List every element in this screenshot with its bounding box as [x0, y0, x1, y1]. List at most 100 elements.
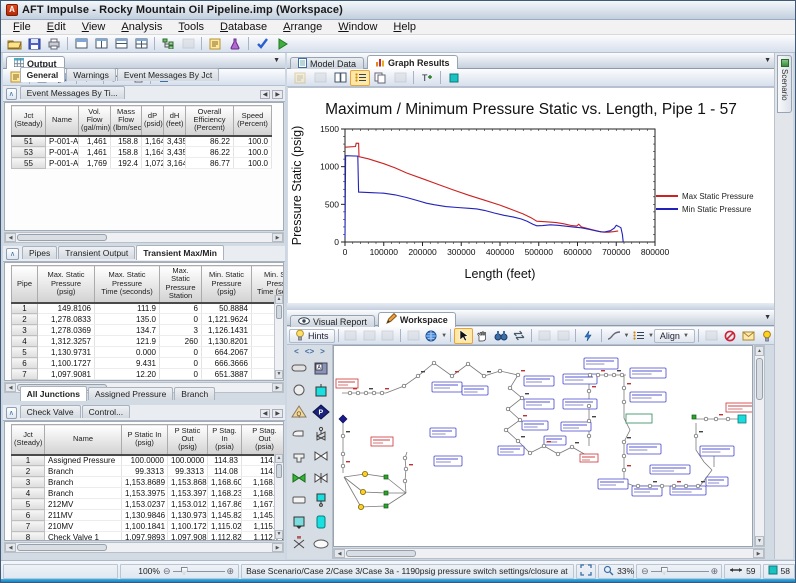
check-valve-tool[interactable]	[288, 467, 310, 489]
gas-accumulator-tool[interactable]	[310, 511, 332, 533]
horizontal-splitter[interactable]	[287, 303, 776, 310]
ws-globe-caret[interactable]: ▼	[441, 333, 447, 339]
junction-table-vscroll[interactable]: ▲ ▼	[274, 454, 283, 539]
message-tab-event-messages-by-jct[interactable]: Event Messages By Jct	[116, 68, 220, 81]
junction-tab-all-junctions[interactable]: All Junctions	[19, 386, 87, 401]
table-cell: 8	[11, 531, 45, 540]
menu-tools[interactable]: Tools	[170, 21, 212, 33]
column-header: Speed (Percent)	[233, 105, 272, 136]
output-zoom-slider[interactable]: ⊖ ⊕	[163, 566, 234, 576]
workspace-zoom-slider[interactable]: ⊖ ⊕	[641, 566, 718, 576]
ws-swap-button[interactable]	[510, 328, 529, 344]
menu-view[interactable]: View	[74, 21, 114, 33]
message-tab-general[interactable]: General	[19, 67, 66, 82]
ws-tab-workspace[interactable]: Workspace	[377, 311, 456, 327]
pipe-tab-transient-max-min[interactable]: Transient Max/Min	[136, 245, 224, 260]
junction-tab-control-[interactable]: Control...	[81, 405, 131, 418]
ws-morph-button[interactable]	[579, 328, 598, 344]
junction-table-hscroll[interactable]: ◀ ▶	[4, 542, 284, 553]
message-tab-event-messages-by-ti-[interactable]: Event Messages By Ti...	[19, 86, 125, 99]
valve-tool[interactable]	[310, 445, 332, 467]
menu-database[interactable]: Database	[212, 21, 275, 33]
doc-tab-graph-results[interactable]: Graph Results	[367, 55, 458, 70]
menu-edit[interactable]: Edit	[39, 21, 74, 33]
ws-disabled6	[554, 328, 573, 344]
collapse-messages-button[interactable]: ∧	[6, 88, 17, 100]
align-button[interactable]: Align ▼	[653, 328, 695, 343]
graph-split-button[interactable]	[330, 70, 350, 86]
workspace-window-button[interactable]	[71, 36, 91, 52]
model-data-window-button[interactable]	[91, 36, 111, 52]
liquid-accumulator-tool[interactable]	[288, 511, 310, 533]
toolbox-pager[interactable]: < <> >	[287, 345, 332, 357]
scenario-tab[interactable]: Scenario	[777, 55, 792, 113]
menu-file[interactable]: File	[5, 21, 39, 33]
pipeline-diagram	[335, 357, 752, 510]
workspace-vscroll[interactable]: ▲ ▼	[754, 345, 765, 547]
output-window-button[interactable]	[111, 36, 131, 52]
scenario-manager-button[interactable]	[158, 36, 178, 52]
print-button[interactable]	[44, 36, 64, 52]
workspace-panel-menu-caret[interactable]: ▼	[764, 314, 771, 321]
menu-analysis[interactable]: Analysis	[113, 21, 170, 33]
ws-nosymbol-button[interactable]	[720, 328, 739, 344]
message-tab-warnings[interactable]: Warnings	[66, 68, 116, 81]
ws-globe-button[interactable]	[423, 328, 442, 344]
reservoir-tool[interactable]	[310, 379, 332, 401]
pump-tool[interactable]: P	[310, 401, 332, 423]
collapse-pipes-button[interactable]: ∧	[6, 248, 19, 260]
relief-valve-tool[interactable]	[288, 533, 310, 555]
branch-tool[interactable]	[288, 379, 310, 401]
pipe-count: 59	[746, 566, 756, 576]
table-row: 21,278.0833135.001,121.9624110	[11, 313, 283, 326]
fluid-properties-button[interactable]	[225, 36, 245, 52]
open-button[interactable]	[4, 36, 24, 52]
title-bar[interactable]: A AFT Impulse - Rocky Mountain Oil Pipel…	[1, 1, 795, 20]
menu-help[interactable]: Help	[385, 21, 424, 33]
menu-arrange[interactable]: Arrange	[275, 21, 330, 33]
ws-find-button[interactable]	[491, 328, 510, 344]
workspace-canvas[interactable]	[333, 345, 753, 547]
junction-tab-assigned-pressure[interactable]: Assigned Pressure	[87, 387, 174, 400]
check-model-button[interactable]	[252, 36, 272, 52]
tee-tool[interactable]	[288, 445, 310, 467]
graph-panel-menu-caret[interactable]: ▼	[764, 57, 771, 64]
pipe-table-vscroll[interactable]: ▲ ▼	[274, 295, 283, 379]
pipe-tab-transient-output[interactable]: Transient Output	[58, 246, 136, 259]
collapse-junctions-button[interactable]: ∧	[6, 407, 17, 419]
junction-tab-scroll[interactable]: ◀ ▶	[259, 409, 283, 418]
assigned-flow-tool[interactable]: Q	[288, 401, 310, 423]
pipe-tab-pipes[interactable]: Pipes	[22, 246, 58, 259]
pipe-tool[interactable]	[288, 357, 310, 379]
ws-mail-button[interactable]	[739, 328, 758, 344]
fit-view-cell[interactable]	[576, 563, 597, 579]
ws-layers-button[interactable]	[629, 328, 648, 344]
ws-pipe-drawing-button[interactable]	[605, 328, 624, 344]
valve-actuator-tool[interactable]	[310, 423, 332, 445]
notes-button[interactable]	[205, 36, 225, 52]
workspace-hscroll[interactable]: ◀ ▶	[333, 548, 765, 559]
assigned-pressure-tool[interactable]: A	[310, 357, 332, 379]
message-tab-scroll[interactable]: ◀ ▶	[259, 90, 283, 99]
hints-button[interactable]: Hints	[289, 328, 335, 343]
junction-tab-check-valve[interactable]: Check Valve	[19, 405, 81, 418]
graph-text-button[interactable]: T	[417, 70, 437, 86]
menu-window[interactable]: Window	[330, 21, 385, 33]
save-button[interactable]	[24, 36, 44, 52]
table-cell: 1,168.23	[207, 487, 242, 499]
graph-parameters-button[interactable]	[350, 69, 370, 86]
volume-balance-tool[interactable]	[310, 533, 332, 555]
tile-windows-button[interactable]	[131, 36, 151, 52]
graph-copy-button[interactable]	[370, 70, 390, 86]
junction-tab-branch[interactable]: Branch	[174, 387, 216, 400]
pump-table-hscroll[interactable]: ◀ ▶	[4, 232, 284, 243]
graph-color-button[interactable]	[444, 70, 464, 86]
ws-pan-tool[interactable]	[473, 328, 492, 344]
output-panel-menu-caret[interactable]: ▼	[273, 57, 280, 64]
ws-select-tool[interactable]	[454, 327, 473, 344]
dead-end-tool[interactable]	[288, 489, 310, 511]
gate-valve-tool[interactable]	[310, 467, 332, 489]
run-model-button[interactable]	[272, 36, 292, 52]
spray-discharge-tool[interactable]	[288, 423, 310, 445]
surge-tank-tool[interactable]	[310, 489, 332, 511]
